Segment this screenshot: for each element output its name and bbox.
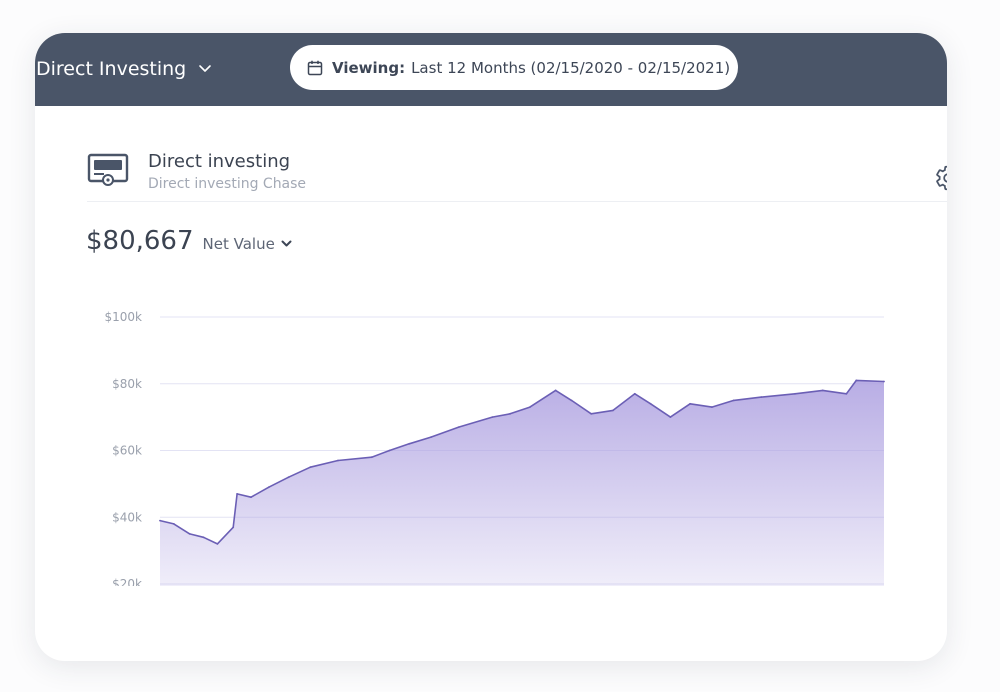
data-point <box>236 493 239 495</box>
data-point <box>509 412 511 415</box>
data-point <box>250 496 252 499</box>
data-point <box>821 389 824 392</box>
data-point <box>188 533 191 535</box>
data-point <box>732 399 735 402</box>
data-point <box>669 416 672 418</box>
data-point <box>883 380 885 383</box>
data-point <box>760 396 763 398</box>
data-point <box>491 416 494 418</box>
data-point <box>287 476 290 479</box>
data-point <box>309 466 312 469</box>
data-point <box>845 392 848 395</box>
y-tick-label: $100k <box>105 310 143 324</box>
data-point <box>159 519 161 522</box>
data-point <box>794 392 796 395</box>
data-point <box>590 412 593 415</box>
data-point <box>408 442 411 445</box>
series-area <box>160 380 884 586</box>
y-tick-label: $60k <box>112 444 142 458</box>
data-point <box>633 392 636 395</box>
data-point <box>612 409 614 412</box>
data-point <box>202 536 205 539</box>
data-point <box>216 543 219 545</box>
account-card: Direct Investing Viewing: Last 12 Months… <box>35 33 947 661</box>
data-point <box>711 406 713 408</box>
data-point <box>388 449 391 452</box>
data-point <box>529 406 531 408</box>
y-tick-label: $40k <box>112 510 142 524</box>
data-point <box>554 389 557 392</box>
data-point <box>855 379 858 382</box>
data-point <box>570 399 573 402</box>
data-point <box>370 456 373 459</box>
data-point <box>430 436 432 438</box>
data-point <box>172 523 175 525</box>
data-point <box>649 402 652 405</box>
y-tick-label: $80k <box>112 377 142 391</box>
y-tick-label: $20k <box>112 577 142 591</box>
data-point <box>232 526 235 529</box>
data-point <box>337 459 339 462</box>
data-point <box>689 402 691 405</box>
net-value-chart: $100k $80k $60k $40k $20k <box>105 310 885 591</box>
data-point <box>267 486 270 489</box>
data-point <box>457 426 460 428</box>
